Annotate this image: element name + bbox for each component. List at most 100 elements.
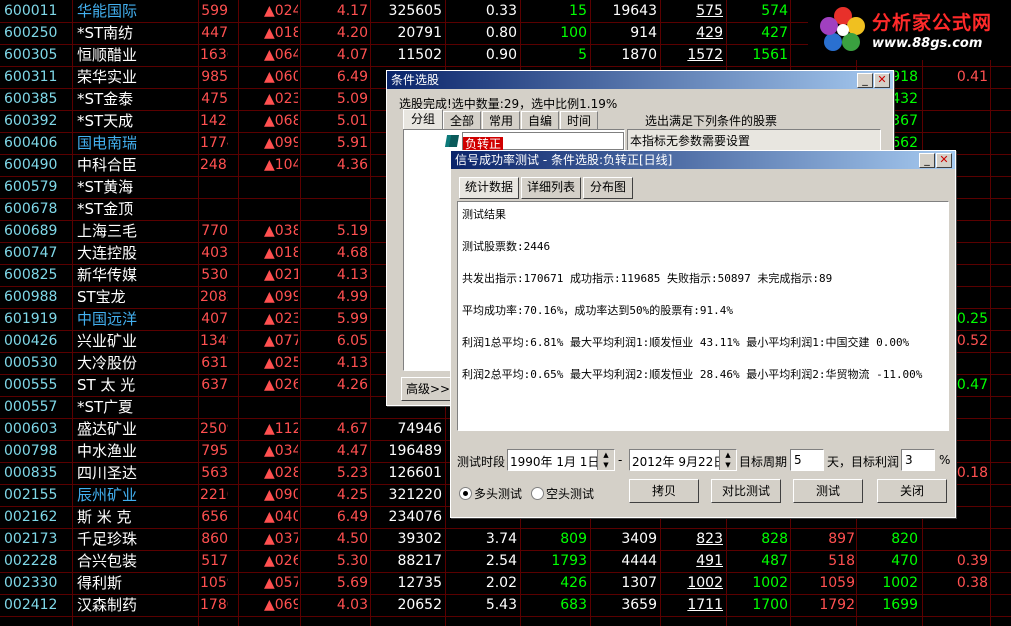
cell-price: 1636 bbox=[200, 47, 228, 63]
test-results-panel: 测试结果 测试股票数:2446 共发出指示:170671 成功指示:119685… bbox=[457, 201, 949, 431]
minimize-button[interactable]: _ bbox=[857, 73, 873, 88]
cell-code: 601919 bbox=[4, 311, 58, 327]
date-spinner-icon[interactable]: ▲ ▼ bbox=[719, 450, 736, 470]
table-row[interactable]: 002330 得利斯 1059 ▲057 5.69 12735 2.02 426 1307 100… bbox=[0, 572, 1011, 595]
compare-test-button[interactable]: 对比测试 bbox=[711, 479, 781, 503]
cell-pct: 4.26 bbox=[336, 377, 368, 393]
cell-name: *ST南纺 bbox=[77, 24, 134, 42]
tab-distribution[interactable]: 分布图 bbox=[583, 177, 633, 199]
run-test-button[interactable]: 测试 bbox=[793, 479, 863, 503]
cell-c8 bbox=[924, 110, 988, 132]
cell-c4: 575 bbox=[696, 3, 723, 19]
cell-pct: 4.50 bbox=[336, 531, 368, 547]
cell-c4: 1002 bbox=[687, 575, 723, 591]
target-period-input[interactable]: 5 bbox=[790, 449, 824, 471]
long-test-label: 多头测试 bbox=[474, 487, 523, 501]
cell-code: 600392 bbox=[4, 113, 58, 129]
tab-all[interactable]: 全部 bbox=[443, 111, 481, 130]
cell-name: 辰州矿业 bbox=[77, 486, 138, 504]
tab-statistics[interactable]: 统计数据 bbox=[459, 177, 519, 199]
cell-code: 600406 bbox=[4, 135, 58, 151]
signal-success-test-window: 信号成功率测试 - 条件选股:负转正[日线] _ ✕ 统计数据 详细列表 分布图… bbox=[450, 150, 956, 518]
table-row[interactable]: 002412 汉森制药 1780 ▲069 4.03 20652 5.43 683 3659 17… bbox=[0, 594, 1011, 617]
cell-name: 大冷股份 bbox=[77, 354, 138, 372]
logo-text: 分析家公式网 bbox=[872, 12, 993, 34]
cell-pct bbox=[302, 198, 368, 220]
cell-name: 盛达矿业 bbox=[77, 420, 138, 438]
cell-c5: 1700 bbox=[752, 597, 788, 613]
cell-code: 000426 bbox=[4, 333, 58, 349]
cell-pct bbox=[302, 176, 368, 198]
cell-chg: ▲018 bbox=[264, 25, 298, 41]
cell-pct: 4.68 bbox=[336, 245, 368, 261]
cell-name: 中水渔业 bbox=[77, 442, 138, 460]
cell-name: *ST天成 bbox=[77, 112, 134, 130]
cell-pct: 4.47 bbox=[336, 443, 368, 459]
cell-c1: 0.33 bbox=[485, 3, 517, 19]
cell-code: 002330 bbox=[4, 575, 58, 591]
cell-code: 600678 bbox=[4, 201, 58, 217]
cell-chg: ▲099 bbox=[264, 289, 298, 305]
cell-code: 000555 bbox=[4, 377, 58, 393]
close-button[interactable]: ✕ bbox=[936, 153, 952, 168]
target-period-value: 5 bbox=[794, 453, 802, 467]
cell-vol: 196489 bbox=[388, 443, 442, 459]
cell-price: 631 bbox=[201, 355, 228, 371]
cell-chg bbox=[264, 198, 298, 220]
result-line: 共发出指示:170671 成功指示:119685 失败指示:50897 未完成指… bbox=[462, 272, 833, 285]
table-row[interactable]: 002228 合兴包装 517 ▲026 5.30 88217 2.54 1793 4444 49… bbox=[0, 550, 1011, 573]
copy-button[interactable]: 拷贝 bbox=[629, 479, 699, 503]
minimize-button[interactable]: _ bbox=[919, 153, 935, 168]
cell-c4: 491 bbox=[696, 553, 723, 569]
tab-group[interactable]: 分组 bbox=[403, 109, 443, 130]
long-test-radio[interactable] bbox=[459, 487, 472, 500]
cell-chg: ▲023 bbox=[264, 311, 298, 327]
cell-pct: 5.09 bbox=[336, 91, 368, 107]
cell-name: 得利斯 bbox=[77, 574, 123, 592]
cell-chg: ▲025 bbox=[264, 355, 298, 371]
tab-time[interactable]: 时间 bbox=[560, 111, 598, 130]
cell-chg: ▲038 bbox=[264, 223, 298, 239]
tab-custom[interactable]: 自编 bbox=[521, 111, 559, 130]
cell-pct: 4.20 bbox=[336, 25, 368, 41]
cell-code: 000798 bbox=[4, 443, 58, 459]
close-dialog-button[interactable]: 关闭 bbox=[877, 479, 947, 503]
cell-price: 475 bbox=[201, 91, 228, 107]
result-line: 利润2总平均:0.65% 最大平均利润2:顺发恒业 28.46% 最小平均利润2… bbox=[462, 368, 923, 381]
cell-name: *ST黄海 bbox=[77, 178, 134, 196]
start-date-picker[interactable]: 1990年 1月 1日 ▲ ▼ bbox=[507, 449, 615, 471]
close-button[interactable]: ✕ bbox=[874, 73, 890, 88]
cell-chg: ▲018 bbox=[264, 245, 298, 261]
cell-vol: 126601 bbox=[388, 465, 442, 481]
cell-name: 合兴包装 bbox=[77, 552, 138, 570]
cell-c4: 823 bbox=[696, 531, 723, 547]
cell-price: 447 bbox=[201, 25, 228, 41]
formula-selected-row[interactable]: 负转正 bbox=[462, 132, 624, 151]
end-date-picker[interactable]: 2012年 9月22日 ▲ ▼ bbox=[629, 449, 737, 471]
cell-c8: 0.38 bbox=[956, 575, 988, 591]
cell-code: 600490 bbox=[4, 157, 58, 173]
cell-c8: 0.39 bbox=[956, 553, 988, 569]
date-spinner-icon[interactable]: ▲ ▼ bbox=[597, 450, 614, 470]
cell-c3: 19643 bbox=[612, 3, 657, 19]
tab-common[interactable]: 常用 bbox=[482, 111, 520, 130]
cell-pct: 4.67 bbox=[336, 421, 368, 437]
target-profit-input[interactable]: 3 bbox=[901, 449, 935, 471]
cell-name: *ST金泰 bbox=[77, 90, 134, 108]
cell-price: 2210 bbox=[200, 487, 228, 503]
cell-code: 600579 bbox=[4, 179, 58, 195]
cell-code: 000530 bbox=[4, 355, 58, 371]
table-row[interactable]: 002173 千足珍珠 860 ▲037 4.50 39302 3.74 809 3409 823… bbox=[0, 528, 1011, 551]
cell-code: 002162 bbox=[4, 509, 58, 525]
cell-c2: 100 bbox=[560, 25, 587, 41]
cell-vol: 88217 bbox=[397, 553, 442, 569]
start-date-value: 1990年 1月 1日 bbox=[510, 455, 600, 469]
tab-detail-list[interactable]: 详细列表 bbox=[521, 177, 581, 199]
cell-code: 600747 bbox=[4, 245, 58, 261]
cell-chg: ▲028 bbox=[264, 465, 298, 481]
cell-c4: 429 bbox=[696, 25, 723, 41]
short-test-radio[interactable] bbox=[531, 487, 544, 500]
selected-formula: 负转正 bbox=[463, 137, 504, 151]
cell-chg: ▲077 bbox=[264, 333, 298, 349]
advanced-button[interactable]: 高级>> bbox=[401, 377, 455, 401]
